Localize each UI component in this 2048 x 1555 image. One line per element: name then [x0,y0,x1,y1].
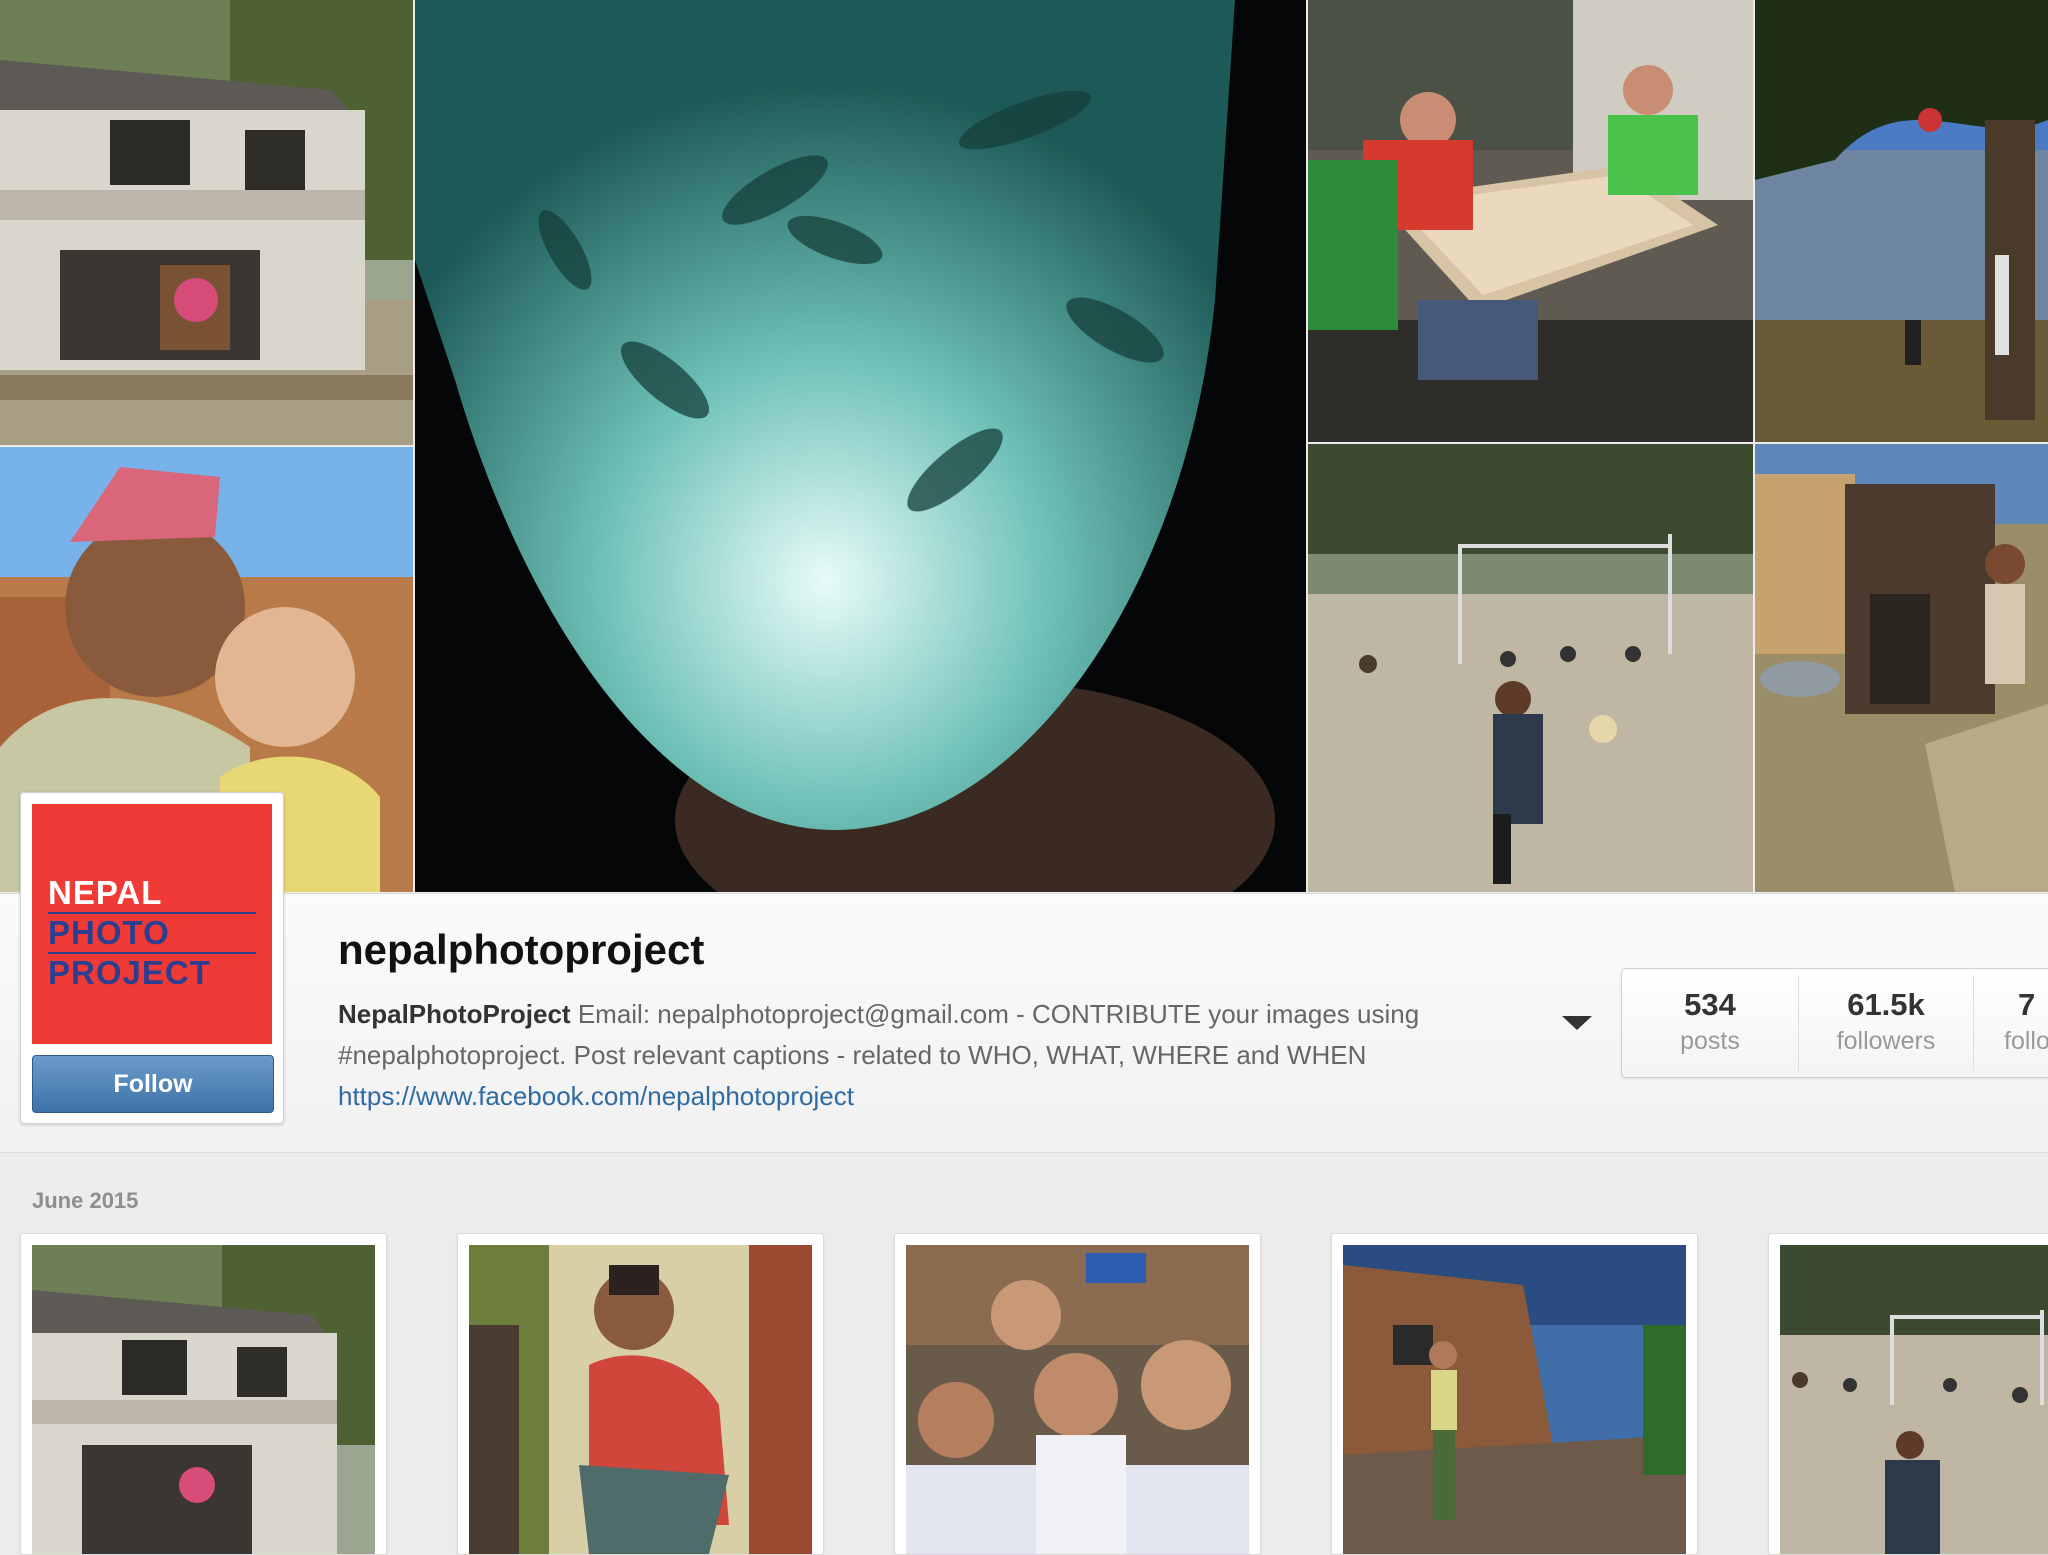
profile-full-name: NepalPhotoProject [338,999,571,1029]
mosaic-photo-village-rubble[interactable] [1755,444,2048,892]
feed-photo-schoolchildren[interactable] [906,1245,1249,1554]
stat-following-count: 7 [2018,987,2036,1022]
caret-down-icon[interactable] [1562,1016,1592,1030]
stat-following[interactable]: 7 follo [1974,969,2048,1077]
stat-posts-count: 534 [1684,987,1736,1022]
feed-photo-card[interactable] [1768,1233,2048,1555]
stat-posts-label: posts [1680,1027,1740,1055]
profile-username: nepalphotoproject [338,926,705,973]
logo-line-project: PROJECT [48,954,211,991]
logo-line-nepal: NEPAL [48,874,163,911]
stat-followers[interactable]: 61.5k followers [1799,969,1973,1077]
follow-button[interactable]: Follow [32,1055,274,1113]
feed-photo-card[interactable] [457,1233,824,1555]
profile-avatar-card: NEPAL PHOTO PROJECT Follow [20,792,284,1124]
feed-photo-girl-by-wall[interactable] [469,1245,812,1554]
profile-website-link[interactable]: https://www.facebook.com/nepalphotoproje… [338,1081,854,1111]
stat-followers-count: 61.5k [1847,987,1925,1022]
feed-photo-card[interactable] [1331,1233,1698,1555]
feed-photo-card[interactable] [20,1233,387,1555]
profile-stats: 534 posts 61.5k followers 7 follo [1621,968,2048,1078]
logo-line-photo: PHOTO [48,914,170,951]
feed-photo-football[interactable] [1780,1245,2048,1554]
feed-date-label: June 2015 [32,1188,139,1213]
profile-avatar-logo[interactable]: NEPAL PHOTO PROJECT [32,804,272,1044]
stat-followers-label: followers [1836,1027,1936,1055]
mosaic-photo-tree-climbing[interactable] [1755,0,2048,442]
mosaic-photo-lantern[interactable] [415,0,1306,892]
mosaic-photo-football[interactable] [1308,444,1753,892]
feed-photo-card[interactable] [894,1233,1261,1555]
feed-photo-boy-in-rubble[interactable] [1343,1245,1686,1554]
mosaic-photo-carrom[interactable] [1308,0,1753,442]
profile-bio: NepalPhotoProject Email: nepalphotoproje… [338,994,1538,1117]
feed-photo-damaged-house[interactable] [32,1245,375,1554]
mosaic-photo-damaged-house[interactable] [0,0,413,445]
stat-posts[interactable]: 534 posts [1622,969,1798,1077]
stat-following-label: follo [2004,1027,2048,1055]
